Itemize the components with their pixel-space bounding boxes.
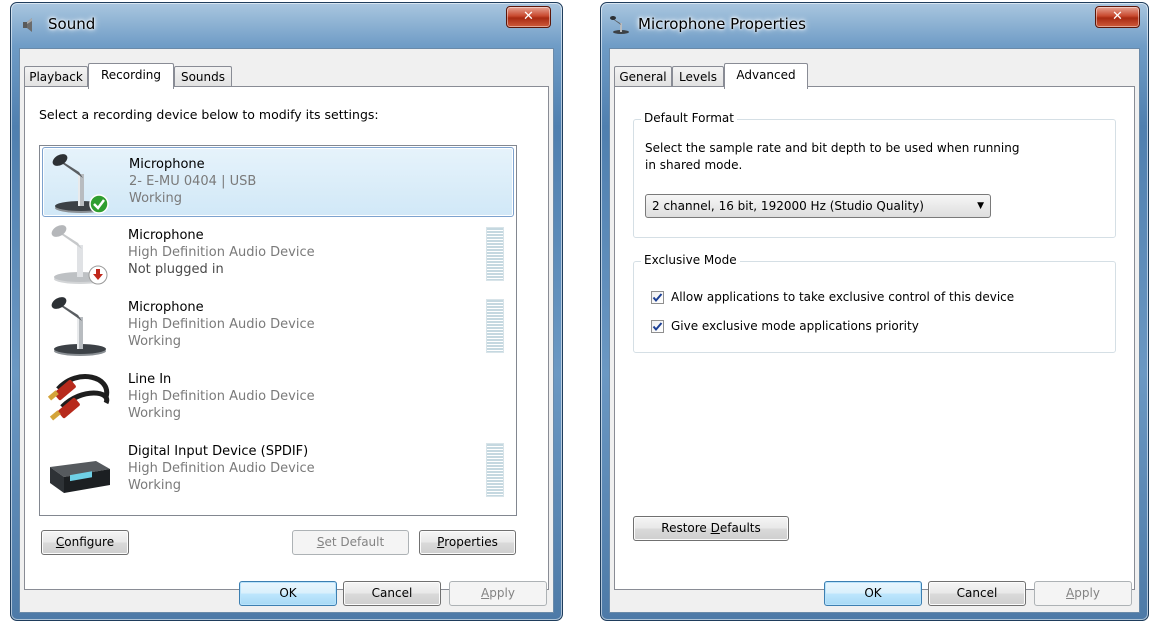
close-icon: ✕ xyxy=(1112,9,1123,24)
device-item-spdif[interactable]: Digital Input Device (SPDIF) High Defini… xyxy=(42,435,514,505)
default-format-description: Select the sample rate and bit depth to … xyxy=(645,140,1019,174)
chevron-down-icon: ▼ xyxy=(977,201,984,211)
ok-button[interactable]: OK xyxy=(239,581,337,606)
set-default-label: et Default xyxy=(324,535,385,549)
recording-instruction: Select a recording device below to modif… xyxy=(39,107,379,122)
level-meter xyxy=(486,227,504,281)
apply-label: pply xyxy=(1074,586,1100,600)
close-icon: ✕ xyxy=(523,9,534,24)
device-description: High Definition Audio Device xyxy=(128,389,315,404)
apply-label: pply xyxy=(489,586,515,600)
advanced-tab-panel: Default Format Select the sample rate an… xyxy=(614,86,1135,590)
device-name: Microphone xyxy=(128,228,204,243)
exclusive-priority-label[interactable]: Give exclusive mode applications priorit… xyxy=(671,319,919,333)
restore-defaults-label: Restore xyxy=(661,521,711,535)
properties-label: roperties xyxy=(444,535,498,549)
device-status: Working xyxy=(128,478,182,493)
microphone-icon xyxy=(51,297,106,356)
format-select-value: 2 channel, 16 bit, 192000 Hz (Studio Qua… xyxy=(652,199,924,213)
device-item-emu-microphone[interactable]: Microphone 2- E-MU 0404 | USB Working xyxy=(42,147,514,217)
default-format-group: Default Format Select the sample rate an… xyxy=(633,111,1116,238)
checkmark-icon xyxy=(652,293,663,303)
level-meter xyxy=(486,443,504,497)
tab-recording[interactable]: Recording xyxy=(88,63,174,89)
exclusive-priority-checkbox[interactable] xyxy=(651,320,664,333)
close-button[interactable]: ✕ xyxy=(506,6,551,28)
device-name: Microphone xyxy=(129,157,205,172)
device-text: Microphone High Definition Audio Device … xyxy=(128,227,315,278)
microphone-icon xyxy=(610,16,629,34)
tab-levels[interactable]: Levels xyxy=(672,66,724,88)
window-title: Sound xyxy=(48,15,96,33)
checkmark-icon xyxy=(652,322,663,332)
device-status: Working xyxy=(128,406,182,421)
device-description: 2- E-MU 0404 | USB xyxy=(129,174,257,189)
tab-general[interactable]: General xyxy=(614,66,672,88)
restore-defaults-label-rest: efaults xyxy=(719,521,761,535)
sound-titlebar[interactable]: Sound ✕ xyxy=(11,3,562,47)
configure-label: onfigure xyxy=(64,535,115,549)
set-default-button[interactable]: Set Default xyxy=(292,530,409,555)
allow-exclusive-checkbox[interactable] xyxy=(651,291,664,304)
device-item-line-in[interactable]: Line In High Definition Audio Device Wor… xyxy=(42,363,514,433)
device-item-hd-microphone[interactable]: Microphone High Definition Audio Device … xyxy=(42,291,514,361)
device-text: Microphone 2- E-MU 0404 | USB Working xyxy=(129,156,256,207)
tab-advanced[interactable]: Advanced xyxy=(724,63,808,89)
device-item-hd-microphone-unplugged[interactable]: Microphone High Definition Audio Device … xyxy=(42,219,514,289)
device-status: Working xyxy=(129,191,183,206)
unplugged-icon xyxy=(88,265,108,285)
rca-cable-icon xyxy=(48,374,110,421)
mic-client-area: General Levels Advanced Default Format S… xyxy=(609,48,1140,613)
device-description: High Definition Audio Device xyxy=(128,245,315,260)
recording-tab-panel: Select a recording device below to modif… xyxy=(24,86,549,590)
device-description: High Definition Audio Device xyxy=(128,317,315,332)
format-select[interactable]: 2 channel, 16 bit, 192000 Hz (Studio Qua… xyxy=(645,194,991,218)
device-name: Microphone xyxy=(128,300,204,315)
mic-titlebar[interactable]: Microphone Properties ✕ xyxy=(601,3,1148,47)
apply-button[interactable]: Apply xyxy=(1034,581,1132,606)
device-name: Line In xyxy=(128,372,172,387)
description-line: Select the sample rate and bit depth to … xyxy=(645,141,1020,155)
restore-defaults-mnemonic: D xyxy=(710,521,720,535)
description-line: in shared mode. xyxy=(645,158,743,172)
device-name: Digital Input Device (SPDIF) xyxy=(128,444,309,459)
speaker-icon xyxy=(23,18,32,32)
window-title: Microphone Properties xyxy=(638,15,806,33)
device-text: Microphone High Definition Audio Device … xyxy=(128,299,315,350)
microphone-properties-window: Microphone Properties ✕ General Levels A… xyxy=(600,2,1149,621)
device-status: Working xyxy=(128,334,182,349)
device-text: Line In High Definition Audio Device Wor… xyxy=(128,371,315,422)
sound-client-area: Playback Recording Sounds Select a recor… xyxy=(19,48,554,613)
default-check-icon xyxy=(89,194,109,214)
cancel-button[interactable]: Cancel xyxy=(343,581,441,606)
default-format-label: Default Format xyxy=(641,111,737,125)
exclusive-mode-label: Exclusive Mode xyxy=(641,253,740,267)
device-text: Digital Input Device (SPDIF) High Defini… xyxy=(128,443,315,494)
tab-sounds[interactable]: Sounds xyxy=(174,66,232,88)
restore-defaults-button[interactable]: Restore Defaults xyxy=(633,516,789,541)
ok-button[interactable]: OK xyxy=(824,581,922,606)
close-button[interactable]: ✕ xyxy=(1095,6,1140,28)
recording-device-list[interactable]: Microphone 2- E-MU 0404 | USB Working Mi… xyxy=(39,145,517,516)
sound-window: Sound ✕ Playback Recording Sounds Select… xyxy=(10,2,563,621)
tab-playback[interactable]: Playback xyxy=(24,66,88,88)
spdif-device-icon xyxy=(50,461,110,493)
device-description: High Definition Audio Device xyxy=(128,461,315,476)
device-status: Not plugged in xyxy=(128,262,224,277)
level-meter xyxy=(486,299,504,353)
apply-button[interactable]: Apply xyxy=(449,581,547,606)
allow-exclusive-label[interactable]: Allow applications to take exclusive con… xyxy=(671,290,1014,304)
cancel-button[interactable]: Cancel xyxy=(928,581,1026,606)
exclusive-mode-group: Exclusive Mode Allow applications to tak… xyxy=(633,253,1116,353)
configure-button[interactable]: Configure xyxy=(41,530,129,555)
properties-button[interactable]: Properties xyxy=(419,530,516,555)
